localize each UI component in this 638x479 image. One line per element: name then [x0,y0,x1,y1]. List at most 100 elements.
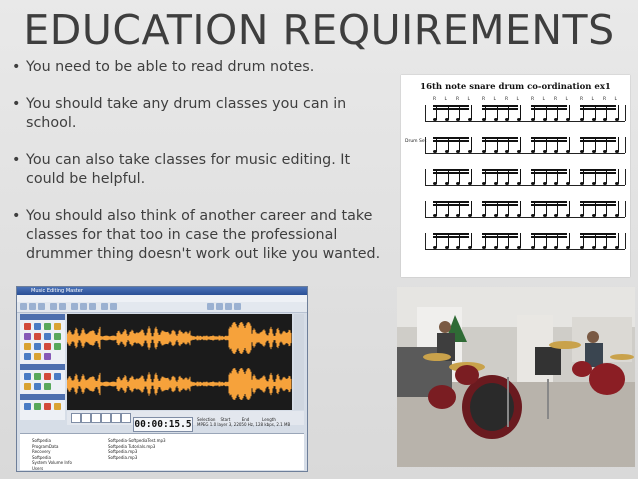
note-head [456,150,460,153]
beam [482,108,518,110]
stem [485,105,486,119]
stem [534,105,535,119]
operation-icon [24,343,31,350]
stem [470,169,472,183]
toolbar-icon [207,303,214,310]
note-head [591,118,596,121]
filter-icon [44,373,51,380]
beam [482,172,518,174]
beam [580,236,616,238]
note-head [542,246,547,249]
stem [519,137,521,151]
note-head [444,150,449,153]
stem [496,169,498,183]
note-head [531,214,535,217]
beam [482,105,518,107]
note-head [542,182,547,185]
note-head [482,214,486,217]
file-item: Softpedia.mp3 [108,454,138,460]
operation-icon [44,343,51,350]
drum-kit-photo-graphic [397,287,635,467]
stem [617,233,619,247]
note-head [493,150,498,153]
note-head [516,150,521,153]
bullet-item: • You should take any drum classes you c… [12,95,392,133]
note-head [505,118,509,121]
beam [531,137,567,139]
bullet-item: • You can also take classes for music ed… [12,151,392,189]
stem [557,201,558,215]
beam [482,137,518,139]
stem [519,105,521,119]
note-head [467,246,472,249]
stem [519,201,521,215]
toolbar-icon [50,303,57,310]
bullet-text: You need to be able to read drum notes. [26,59,315,75]
beam [580,105,616,107]
note-head [516,246,521,249]
note-head [614,118,619,121]
toolbar-icon [38,303,45,310]
bullet-item: • You need to be able to read drum notes… [12,58,392,77]
stem [594,169,596,183]
stem [459,169,460,183]
note-head [580,182,584,185]
panel-header-tools: Tools [20,394,65,410]
note-head [444,214,449,217]
stem [545,169,547,183]
note-head [433,214,437,217]
beam [482,169,518,171]
note-head [531,118,535,121]
staff-line [425,217,625,218]
note-head [505,246,509,249]
waveform-graphic [67,322,292,400]
sticking-label: L [565,97,569,102]
note-head [565,118,570,121]
note-head [603,150,607,153]
stem [583,201,584,215]
stem [436,105,437,119]
note-head [467,182,472,185]
stem [447,201,449,215]
note-head [591,150,596,153]
operation-icon [34,343,41,350]
note-head [456,118,460,121]
stem [568,137,570,151]
stem [485,137,486,151]
filter-icon [24,383,31,390]
stem [459,137,460,151]
beam [433,236,469,238]
beam [482,204,518,206]
slide-title: EDUCATION REQUIREMENTS [23,6,615,54]
beam [433,201,469,203]
bar-line [625,233,626,249]
stem [545,233,547,247]
stem [568,105,570,119]
forward-icon [121,413,131,423]
note-head [542,118,547,121]
beam [433,169,469,171]
bar-line [425,201,426,217]
note-head [433,150,437,153]
beam [433,140,469,142]
stem [436,233,437,247]
note-head [603,214,607,217]
bar-line [425,105,426,121]
stem [508,233,509,247]
stem [568,169,570,183]
sticking-label: L [614,97,618,102]
slide: EDUCATION REQUIREMENTS • You need to be … [0,0,638,479]
stem [459,201,460,215]
note-head [505,150,509,153]
stem [436,169,437,183]
tool-icon [54,403,61,410]
note-head [554,214,558,217]
operation-icon [34,333,41,340]
bar-line [625,169,626,185]
beam [580,204,616,206]
toolbar-icon [89,303,96,310]
note-head [482,182,486,185]
stem [496,233,498,247]
note-head [580,150,584,153]
stem [470,201,472,215]
